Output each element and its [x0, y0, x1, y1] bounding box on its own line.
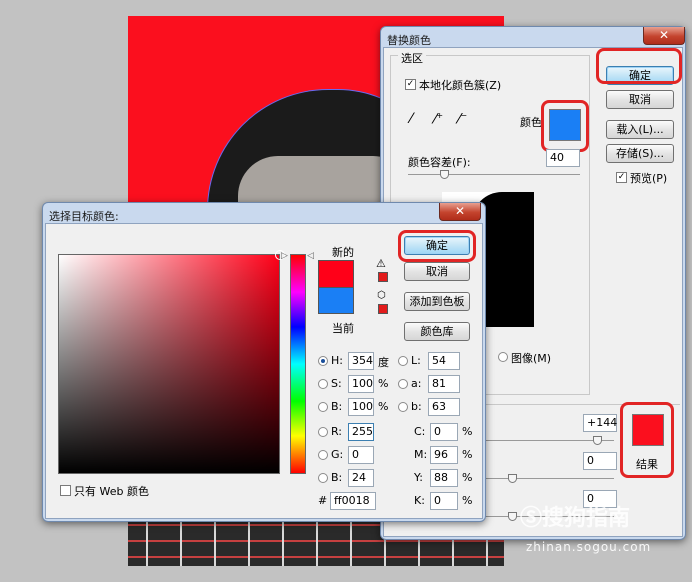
gamut-color-chip[interactable]: [378, 272, 388, 282]
web-only-checkbox[interactable]: [60, 485, 71, 496]
saturation-label: S:: [331, 377, 342, 390]
watermark-url: zhinan.sogou.com: [526, 540, 652, 554]
fuzziness-input[interactable]: 40: [546, 149, 580, 167]
blue-label: B:: [331, 471, 343, 484]
lab-b-label: b:: [411, 400, 422, 413]
yellow-input[interactable]: 88: [430, 469, 458, 487]
selection-group-label: 选区: [398, 50, 426, 66]
add-to-swatches-button[interactable]: 添加到色板: [404, 292, 470, 311]
gamut-warning-icon[interactable]: ⚠: [376, 257, 386, 270]
green-label: G:: [331, 448, 344, 461]
save-button[interactable]: 存储(S)...: [606, 144, 674, 163]
eyedropper-plus-icon[interactable]: ⁄+: [434, 111, 443, 128]
web-safe-cube-icon[interactable]: ⬡: [377, 290, 386, 301]
hue-input[interactable]: 354: [348, 352, 374, 370]
saturation-slider-thumb[interactable]: [508, 474, 517, 483]
brightness-input[interactable]: 100: [348, 398, 374, 416]
fuzziness-slider-thumb[interactable]: [440, 170, 449, 179]
hue-slider-thumb[interactable]: [593, 436, 602, 445]
close-icon[interactable]: ✕: [643, 27, 685, 45]
current-color-swatch[interactable]: [318, 287, 354, 314]
black-input[interactable]: 0: [430, 492, 458, 510]
saturation-radio[interactable]: [318, 379, 328, 389]
lab-a-label: a:: [411, 377, 422, 390]
blue-input[interactable]: 24: [348, 469, 374, 487]
hue-strip[interactable]: [290, 254, 306, 474]
close-icon[interactable]: ✕: [439, 203, 481, 221]
hue-label: H:: [331, 354, 343, 367]
red-input[interactable]: 255: [348, 423, 374, 441]
watermark-brand-text: 搜狗指南: [542, 506, 631, 531]
brightness-radio[interactable]: [318, 402, 328, 412]
hue-arrow-right-icon[interactable]: ◁: [307, 251, 314, 261]
lab-l-input[interactable]: 54: [428, 352, 460, 370]
black-unit: %: [462, 494, 473, 507]
fuzziness-track: [408, 174, 580, 175]
saturation-input[interactable]: 0: [583, 452, 617, 470]
magenta-input[interactable]: 96: [430, 446, 458, 464]
current-label: 当前: [332, 322, 354, 335]
web-only-label: 只有 Web 颜色: [74, 485, 149, 498]
lab-b-input[interactable]: 63: [428, 398, 460, 416]
magenta-label: M:: [414, 448, 428, 461]
black-label: K:: [414, 494, 425, 507]
watermark-logo-icon: Ⓢ: [520, 506, 543, 531]
hex-label: #: [318, 494, 328, 507]
lab-a-radio[interactable]: [398, 379, 408, 389]
highlight-ring: [620, 402, 674, 478]
saturation-track: [484, 478, 614, 479]
eyedropper-icon[interactable]: ⁄: [410, 111, 412, 127]
lab-l-radio[interactable]: [398, 356, 408, 366]
dialog-title: 选择目标颜色:: [49, 210, 119, 223]
cyan-input[interactable]: 0: [430, 423, 458, 441]
green-radio[interactable]: [318, 450, 328, 460]
yellow-unit: %: [462, 471, 473, 484]
yellow-label: Y:: [414, 471, 423, 484]
eyedropper-minus-icon[interactable]: ⁄−: [458, 111, 467, 128]
preview-checkbox[interactable]: ✓: [616, 172, 627, 183]
hue-arrow-left-icon[interactable]: ▷: [281, 251, 288, 261]
lab-b-radio[interactable]: [398, 402, 408, 412]
new-color-swatch: [318, 260, 354, 287]
hue-unit: 度: [378, 356, 389, 369]
cyan-label: C:: [414, 425, 426, 438]
cancel-button[interactable]: 取消: [606, 90, 674, 109]
color-field[interactable]: [58, 250, 285, 474]
picker-body: ▷ ◁ 新的 当前 ⚠ ⬡ 确定 取消 添加到色板 颜色库 H: 354 度 S…: [45, 223, 483, 519]
cyan-unit: %: [462, 425, 473, 438]
hex-input[interactable]: ff0018: [330, 492, 376, 510]
color-picker-dialog: 选择目标颜色: ✕ ▷ ◁ 新的 当前 ⚠ ⬡ 确定 取消 添加到色板 颜色库 …: [42, 202, 486, 522]
cancel-button[interactable]: 取消: [404, 262, 470, 281]
new-label: 新的: [332, 246, 354, 259]
preview-label: 预览(P): [630, 172, 668, 185]
localized-clusters-label: 本地化颜色簇(Z): [419, 79, 502, 92]
red-radio[interactable]: [318, 427, 328, 437]
localized-clusters-checkbox[interactable]: ✓: [405, 79, 416, 90]
color-libraries-button[interactable]: 颜色库: [404, 322, 470, 341]
highlight-ring: [398, 230, 476, 262]
watermark-brand: Ⓢ搜狗指南: [520, 500, 630, 532]
brightness-unit: %: [378, 400, 389, 413]
highlight-ring: [541, 100, 589, 152]
magenta-unit: %: [462, 448, 473, 461]
web-color-chip[interactable]: [378, 304, 388, 314]
blue-radio[interactable]: [318, 473, 328, 483]
image-radio-label: 图像(M): [511, 352, 552, 365]
brightness-label: B:: [331, 400, 343, 413]
lab-l-label: L:: [411, 354, 421, 367]
load-button[interactable]: 载入(L)...: [606, 120, 674, 139]
hue-radio[interactable]: [318, 356, 328, 366]
image-radio[interactable]: [498, 352, 508, 362]
saturation-input[interactable]: 100: [348, 375, 374, 393]
lightness-slider-thumb[interactable]: [508, 512, 517, 521]
hue-input[interactable]: +144: [583, 414, 617, 432]
color-label: 颜色: [520, 116, 542, 129]
dialog-title: 替换颜色: [387, 34, 431, 47]
saturation-unit: %: [378, 377, 389, 390]
lab-a-input[interactable]: 81: [428, 375, 460, 393]
fuzziness-label: 颜色容差(F):: [408, 156, 471, 169]
green-input[interactable]: 0: [348, 446, 374, 464]
red-label: R:: [331, 425, 343, 438]
highlight-ring: [596, 48, 682, 84]
